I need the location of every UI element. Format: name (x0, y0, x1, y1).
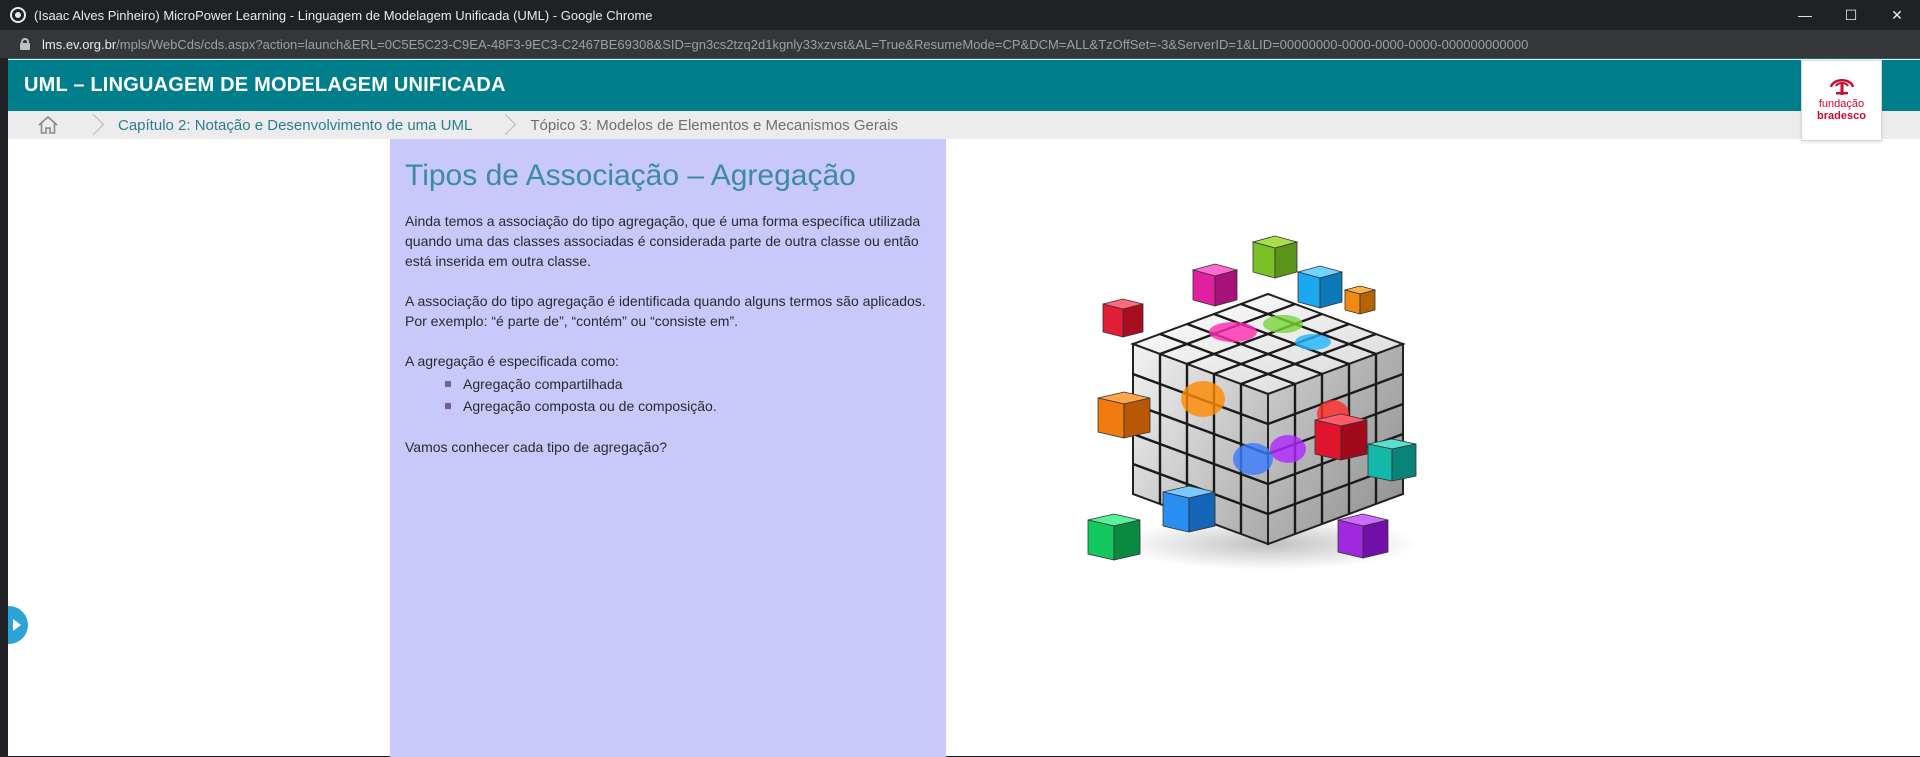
close-button[interactable]: ✕ (1874, 0, 1920, 30)
course-page: UML – LINGUAGEM DE MODELAGEM UNIFICADA C… (8, 58, 1920, 757)
breadcrumb: Capítulo 2: Notação e Desenvolvimento de… (8, 111, 1920, 139)
minimize-button[interactable]: — (1782, 0, 1828, 30)
aggregation-types-list: Agregação compartilhada Agregação compos… (445, 373, 931, 417)
breadcrumb-topic: Tópico 3: Modelos de Elementos e Mecanis… (530, 116, 899, 134)
url-host: lms.ev.org.br (42, 36, 117, 52)
url-text[interactable]: lms.ev.org.br/mpls/WebCds/cds.aspx?actio… (42, 37, 1528, 52)
breadcrumb-separator (500, 113, 512, 137)
content-paragraph-3: A agregação é especificada como: (405, 353, 620, 369)
content-paragraph-4: Vamos conhecer cada tipo de agregação? (405, 439, 668, 455)
window-title: (Isaac Alves Pinheiro) MicroPower Learni… (34, 7, 653, 23)
chrome-app-icon (10, 7, 26, 23)
maximize-button[interactable]: ☐ (1828, 0, 1874, 30)
course-header: UML – LINGUAGEM DE MODELAGEM UNIFICADA (8, 60, 1920, 111)
content-paragraph-2: A associação do tipo agregação é identif… (405, 293, 926, 329)
list-item: Agregação compartilhada (445, 373, 931, 395)
fundacao-bradesco-logo: fundação bradesco (1801, 60, 1882, 141)
breadcrumb-separator (88, 113, 100, 137)
bradesco-logo-icon (1829, 79, 1854, 95)
window-controls: — ☐ ✕ (1782, 0, 1920, 30)
home-icon[interactable] (36, 114, 60, 136)
breadcrumb-chapter-link[interactable]: Capítulo 2: Notação e Desenvolvimento de… (118, 117, 472, 134)
content-paragraph-1: Ainda temos a associação do tipo agregaç… (405, 213, 921, 269)
course-title: UML – LINGUAGEM DE MODELAGEM UNIFICADA (24, 74, 506, 96)
content-panel: Tipos de Associação – Agregação Ainda te… (390, 139, 946, 757)
logo-text-bradesco: bradesco (1817, 110, 1866, 122)
cube-illustration (1087, 235, 1418, 570)
list-item: Agregação composta ou de composição. (445, 395, 931, 417)
url-path: /mpls/WebCds/cds.aspx?action=launch&ERL=… (116, 36, 1529, 52)
address-bar[interactable]: lms.ev.org.br/mpls/WebCds/cds.aspx?actio… (0, 30, 1920, 58)
content-title: Tipos de Associação – Agregação (405, 159, 856, 192)
logo-text-fundacao: fundação (1818, 98, 1865, 110)
window-titlebar: (Isaac Alves Pinheiro) MicroPower Learni… (0, 0, 1920, 30)
side-menu-toggle[interactable] (8, 604, 30, 646)
lock-icon[interactable] (20, 38, 30, 50)
